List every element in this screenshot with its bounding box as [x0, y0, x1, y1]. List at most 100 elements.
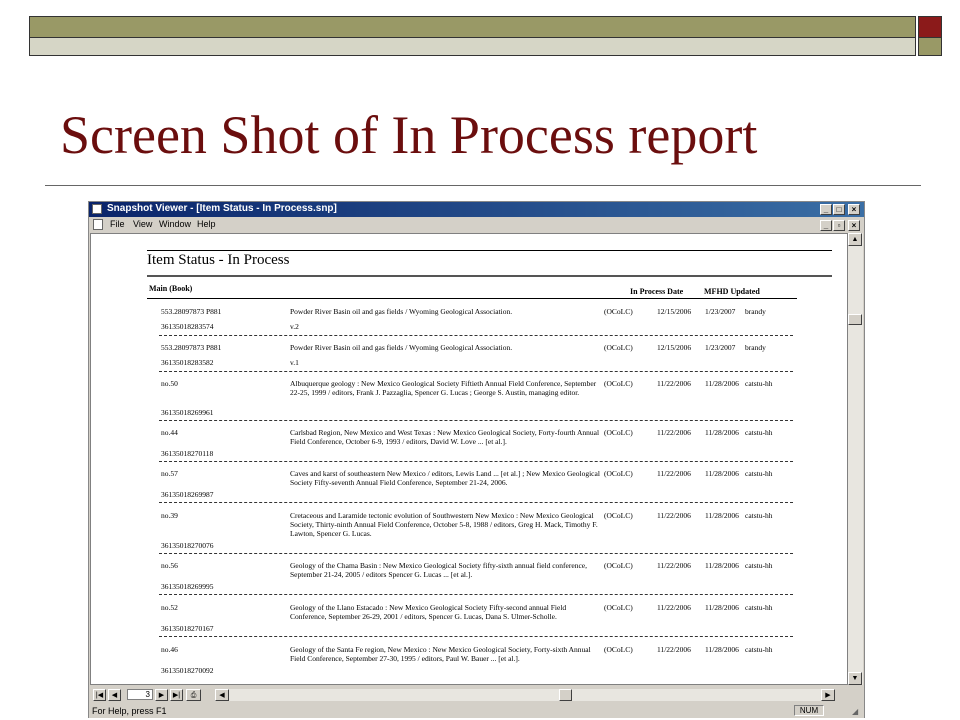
item-title: Cretaceous and Laramide tectonic evoluti… — [290, 511, 598, 538]
previous-page-button[interactable]: ◀ — [108, 689, 121, 701]
header-square-red — [918, 16, 942, 38]
report-top-rule — [147, 250, 832, 251]
user: brandy — [745, 343, 766, 352]
horizontal-scrollbar[interactable]: ◀ ▶ — [215, 689, 835, 701]
scroll-right-button[interactable]: ▶ — [821, 689, 835, 701]
user: catstu-hh — [745, 603, 773, 612]
scroll-up-button[interactable]: ▲ — [848, 233, 862, 246]
item-title: Powder River Basin oil and gas fields / … — [290, 307, 513, 316]
mfhd-updated: 1/23/2007 — [705, 307, 736, 316]
in-process-date: 11/22/2006 — [657, 469, 691, 478]
title-divider — [45, 185, 921, 186]
source: (OCoLC) — [604, 428, 633, 437]
call-number: no.52 — [161, 603, 178, 612]
last-page-button[interactable]: ▶| — [170, 689, 183, 701]
vertical-scrollbar[interactable]: ▲ ▼ — [848, 233, 863, 685]
print-button[interactable]: ⎙ — [186, 689, 201, 701]
menu-help[interactable]: Help — [197, 219, 216, 229]
source: (OCoLC) — [604, 307, 633, 316]
call-number: 553.28097873 P881 — [161, 307, 222, 316]
barcode: 36135018270092 — [161, 666, 214, 675]
minimize-button[interactable]: _ — [820, 204, 832, 215]
menu-bar: File View Window Help _ ▫ × — [89, 217, 864, 232]
barcode: 36135018270118 — [161, 449, 214, 458]
in-process-date: 12/15/2006 — [657, 343, 692, 352]
window-titlebar[interactable]: Snapshot Viewer - [Item Status - In Proc… — [89, 202, 864, 217]
call-number: no.46 — [161, 645, 178, 654]
user: brandy — [745, 307, 766, 316]
app-icon[interactable] — [92, 204, 102, 214]
user: catstu-hh — [745, 379, 773, 388]
close-button[interactable]: × — [848, 204, 860, 215]
row-separator — [159, 553, 793, 554]
call-number: no.44 — [161, 428, 178, 437]
volume: v.1 — [290, 358, 299, 367]
user: catstu-hh — [745, 469, 773, 478]
barcode: 36135018283582 — [161, 358, 214, 367]
next-page-button[interactable]: ▶ — [155, 689, 168, 701]
resize-grip-icon[interactable]: ◢ — [852, 707, 858, 716]
slide-title: Screen Shot of In Process report — [60, 105, 758, 165]
barcode: 36135018269995 — [161, 582, 214, 591]
header-rule — [147, 298, 797, 299]
status-text: For Help, press F1 — [92, 706, 167, 716]
in-process-date: 12/15/2006 — [657, 307, 692, 316]
column-header-mfhd-updated: MFHD Updated — [704, 287, 760, 296]
mfhd-updated: 11/28/2006 — [705, 561, 739, 570]
doc-minimize-button[interactable]: _ — [820, 220, 832, 231]
scroll-left-button[interactable]: ◀ — [215, 689, 229, 701]
call-number: no.39 — [161, 511, 178, 520]
in-process-date: 11/22/2006 — [657, 561, 691, 570]
barcode: 36135018270076 — [161, 541, 214, 550]
row-separator — [159, 636, 793, 637]
in-process-date: 11/22/2006 — [657, 511, 691, 520]
doc-restore-button[interactable]: ▫ — [833, 220, 845, 231]
page-number-field[interactable]: 3 — [127, 689, 153, 700]
mfhd-updated: 1/23/2007 — [705, 343, 736, 352]
menu-window[interactable]: Window — [159, 219, 191, 229]
snapshot-viewer-window: Snapshot Viewer - [Item Status - In Proc… — [88, 201, 865, 718]
vertical-scroll-thumb[interactable] — [848, 314, 862, 325]
row-separator — [159, 461, 793, 462]
source: (OCoLC) — [604, 603, 633, 612]
horizontal-scroll-thumb[interactable] — [559, 689, 572, 701]
call-number: 553.28097873 P881 — [161, 343, 222, 352]
report-viewport[interactable]: Item Status - In Process Main (Book) In … — [90, 233, 848, 685]
mfhd-updated: 11/28/2006 — [705, 603, 739, 612]
status-bar: For Help, press F1 NUM ◢ — [89, 704, 864, 718]
document-icon[interactable] — [93, 219, 103, 230]
call-number: no.57 — [161, 469, 178, 478]
row-separator — [159, 420, 793, 421]
in-process-date: 11/22/2006 — [657, 645, 691, 654]
item-title: Geology of the Llano Estacado : New Mexi… — [290, 603, 567, 621]
user: catstu-hh — [745, 428, 773, 437]
item-title: Geology of the Santa Fe region, New Mexi… — [290, 645, 591, 663]
header-bar — [29, 16, 916, 38]
row-separator — [159, 594, 793, 595]
in-process-date: 11/22/2006 — [657, 603, 691, 612]
doc-close-button[interactable]: × — [848, 220, 860, 231]
mfhd-updated: 11/28/2006 — [705, 511, 739, 520]
in-process-date: 11/22/2006 — [657, 428, 691, 437]
source: (OCoLC) — [604, 343, 633, 352]
barcode: 36135018270167 — [161, 624, 214, 633]
num-lock-indicator: NUM — [794, 705, 824, 716]
scroll-down-button[interactable]: ▼ — [848, 672, 862, 685]
column-header-in-process-date: In Process Date — [630, 287, 684, 296]
menu-file[interactable]: File — [110, 219, 125, 229]
header-bar-lower — [29, 38, 916, 56]
call-number: no.50 — [161, 379, 178, 388]
user: catstu-hh — [745, 645, 773, 654]
row-separator — [159, 502, 793, 503]
window-title: Snapshot Viewer - [Item Status - In Proc… — [107, 203, 337, 214]
report-title: Item Status - In Process — [147, 252, 290, 268]
barcode: 36135018269987 — [161, 490, 214, 499]
item-title: Albuquerque geology : New Mexico Geologi… — [290, 379, 597, 397]
first-page-button[interactable]: |◀ — [93, 689, 106, 701]
item-title: Carlsbad Region, New Mexico and West Tex… — [290, 428, 600, 446]
maximize-button[interactable]: □ — [833, 204, 845, 215]
source: (OCoLC) — [604, 645, 633, 654]
source: (OCoLC) — [604, 561, 633, 570]
source: (OCoLC) — [604, 469, 633, 478]
menu-view[interactable]: View — [133, 219, 152, 229]
